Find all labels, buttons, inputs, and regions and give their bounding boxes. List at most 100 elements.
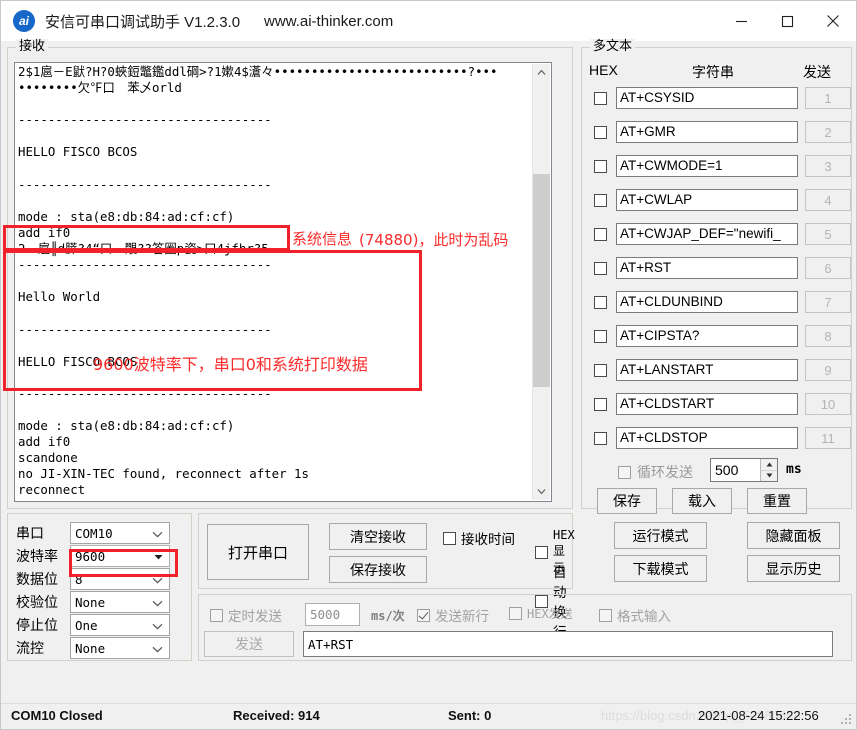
multitext-command-input[interactable]: AT+CWLAP bbox=[616, 189, 798, 211]
scroll-down-icon[interactable] bbox=[533, 483, 550, 500]
chevron-down-icon[interactable] bbox=[152, 638, 163, 660]
multitext-reset-button[interactable]: 重置 bbox=[747, 488, 807, 514]
column-header-hex: HEX bbox=[589, 62, 618, 78]
serial-setting-combobox[interactable]: None bbox=[70, 637, 170, 659]
loop-unit-label: ms bbox=[786, 462, 802, 477]
receive-textarea[interactable]: 2$1扈－E鼣?H?0蛺鋀鼈鑑ddl碙>?1嫰4$濸々•••••••••••••… bbox=[14, 62, 552, 502]
scroll-up-icon[interactable] bbox=[533, 64, 550, 81]
send-text-input[interactable]: AT+RST bbox=[303, 631, 833, 657]
multitext-command-input[interactable]: AT+LANSTART bbox=[616, 359, 798, 381]
serial-setting-label: 停止位 bbox=[16, 617, 58, 633]
recv-time-checkbox[interactable] bbox=[443, 531, 456, 545]
multitext-command-input[interactable]: AT+CLDSTOP bbox=[616, 427, 798, 449]
hex-send-label: HEX发送 bbox=[527, 607, 573, 621]
multitext-hex-checkbox[interactable] bbox=[594, 397, 607, 411]
send-newline-checkbox-row[interactable]: 发送新行 bbox=[417, 605, 489, 625]
multitext-send-button[interactable]: 8 bbox=[805, 325, 851, 347]
multitext-row: AT+CLDSTART 10 bbox=[582, 392, 851, 416]
serial-setting-row: 数据位 8 bbox=[8, 568, 191, 590]
multitext-hex-checkbox[interactable] bbox=[594, 431, 607, 445]
chevron-down-icon[interactable] bbox=[154, 546, 163, 568]
stepper-buttons[interactable] bbox=[760, 459, 777, 481]
multitext-command-input[interactable]: AT+CSYSID bbox=[616, 87, 798, 109]
chevron-down-icon[interactable] bbox=[152, 523, 163, 545]
multitext-command-input[interactable]: AT+RST bbox=[616, 257, 798, 279]
timed-send-checkbox[interactable] bbox=[210, 608, 223, 622]
serial-setting-value: None bbox=[75, 594, 106, 610]
multitext-hex-checkbox[interactable] bbox=[594, 363, 607, 377]
serial-setting-combobox[interactable]: 9600 bbox=[70, 545, 170, 567]
show-history-button[interactable]: 显示历史 bbox=[747, 555, 840, 582]
multitext-send-button[interactable]: 1 bbox=[805, 87, 851, 109]
send-newline-checkbox[interactable] bbox=[417, 608, 430, 622]
chevron-down-icon[interactable] bbox=[152, 569, 163, 591]
multitext-send-button[interactable]: 4 bbox=[805, 189, 851, 211]
chevron-down-icon[interactable] bbox=[152, 615, 163, 637]
multitext-hex-checkbox[interactable] bbox=[594, 193, 607, 207]
serial-setting-combobox[interactable]: None bbox=[70, 591, 170, 613]
loop-send-checkbox[interactable] bbox=[618, 465, 631, 479]
multitext-load-button[interactable]: 载入 bbox=[672, 488, 732, 514]
run-mode-button[interactable]: 运行模式 bbox=[614, 522, 707, 549]
multitext-send-button[interactable]: 7 bbox=[805, 291, 851, 313]
serial-setting-label: 流控 bbox=[16, 640, 44, 656]
multitext-group: 多文本 HEX 字符串 发送 AT+CSYSID 1 AT+GMR 2 AT+CWMOD… bbox=[581, 39, 852, 514]
column-header-send: 发送 bbox=[803, 64, 831, 80]
multitext-command-input[interactable]: AT+CLDUNBIND bbox=[616, 291, 798, 313]
resize-grip-icon[interactable] bbox=[841, 714, 853, 726]
open-port-button[interactable]: 打开串口 bbox=[207, 524, 309, 580]
multitext-hex-checkbox[interactable] bbox=[594, 295, 607, 309]
multitext-send-button[interactable]: 10 bbox=[805, 393, 851, 415]
receive-actions-group: 打开串口 清空接收 保存接收 接收时间 HEX显示 自动换行 bbox=[198, 513, 575, 640]
multitext-send-button[interactable]: 6 bbox=[805, 257, 851, 279]
timed-interval-input[interactable]: 5000 bbox=[305, 603, 360, 626]
maximize-button[interactable] bbox=[764, 1, 810, 41]
format-input-checkbox-row[interactable]: 格式输入 bbox=[599, 605, 671, 625]
multitext-hex-checkbox[interactable] bbox=[594, 125, 607, 139]
multitext-command-input[interactable]: AT+CLDSTART bbox=[616, 393, 798, 415]
hex-send-checkbox-row[interactable]: HEX发送 bbox=[509, 605, 573, 622]
minimize-button[interactable] bbox=[718, 1, 764, 41]
multitext-command-input[interactable]: AT+GMR bbox=[616, 121, 798, 143]
hide-panel-button[interactable]: 隐藏面板 bbox=[747, 522, 840, 549]
loop-interval-stepper[interactable]: 500 bbox=[710, 458, 778, 482]
multitext-command-input[interactable]: AT+CIPSTA? bbox=[616, 325, 798, 347]
application-window: ai 安信可串口调试助手 V1.2.3.0 www.ai-thinker.com… bbox=[0, 0, 857, 730]
receive-scrollbar[interactable] bbox=[532, 64, 550, 500]
multitext-hex-checkbox[interactable] bbox=[594, 261, 607, 275]
window-controls bbox=[718, 1, 856, 41]
multitext-send-button[interactable]: 3 bbox=[805, 155, 851, 177]
scrollbar-thumb[interactable] bbox=[533, 174, 550, 387]
hex-display-checkbox[interactable] bbox=[535, 545, 548, 559]
app-logo-icon: ai bbox=[13, 10, 35, 32]
multitext-send-button[interactable]: 2 bbox=[805, 121, 851, 143]
serial-setting-combobox[interactable]: COM10 bbox=[70, 522, 170, 544]
close-button[interactable] bbox=[810, 1, 856, 41]
multitext-hex-checkbox[interactable] bbox=[594, 91, 607, 105]
chevron-down-icon[interactable] bbox=[152, 592, 163, 614]
serial-setting-row: 流控 None bbox=[8, 637, 191, 659]
multitext-send-button[interactable]: 9 bbox=[805, 359, 851, 381]
send-button[interactable]: 发送 bbox=[204, 631, 294, 657]
multitext-hex-checkbox[interactable] bbox=[594, 159, 607, 173]
multitext-hex-checkbox[interactable] bbox=[594, 227, 607, 241]
multitext-save-button[interactable]: 保存 bbox=[597, 488, 657, 514]
recv-time-checkbox-row[interactable]: 接收时间 bbox=[443, 528, 515, 548]
multitext-send-button[interactable]: 11 bbox=[805, 427, 851, 449]
timed-send-checkbox-row[interactable]: 定时发送 bbox=[210, 605, 282, 625]
hex-send-checkbox[interactable] bbox=[509, 607, 522, 620]
send-options-group: 定时发送 5000 ms/次 发送新行 HEX发送 格式输入 发送 AT+RST bbox=[198, 594, 852, 661]
multitext-hex-checkbox[interactable] bbox=[594, 329, 607, 343]
stepper-up-icon[interactable] bbox=[761, 459, 777, 471]
multitext-command-input[interactable]: AT+CWMODE=1 bbox=[616, 155, 798, 177]
format-input-checkbox[interactable] bbox=[599, 608, 612, 622]
multitext-command-input[interactable]: AT+CWJAP_DEF="newifi_ bbox=[616, 223, 798, 245]
serial-setting-combobox[interactable]: One bbox=[70, 614, 170, 636]
download-mode-button[interactable]: 下载模式 bbox=[614, 555, 707, 582]
multitext-send-button[interactable]: 5 bbox=[805, 223, 851, 245]
clear-receive-button[interactable]: 清空接收 bbox=[329, 523, 427, 550]
save-receive-button[interactable]: 保存接收 bbox=[329, 556, 427, 583]
stepper-down-icon[interactable] bbox=[761, 471, 777, 482]
loop-interval-value[interactable]: 500 bbox=[711, 459, 760, 481]
serial-setting-combobox[interactable]: 8 bbox=[70, 568, 170, 590]
